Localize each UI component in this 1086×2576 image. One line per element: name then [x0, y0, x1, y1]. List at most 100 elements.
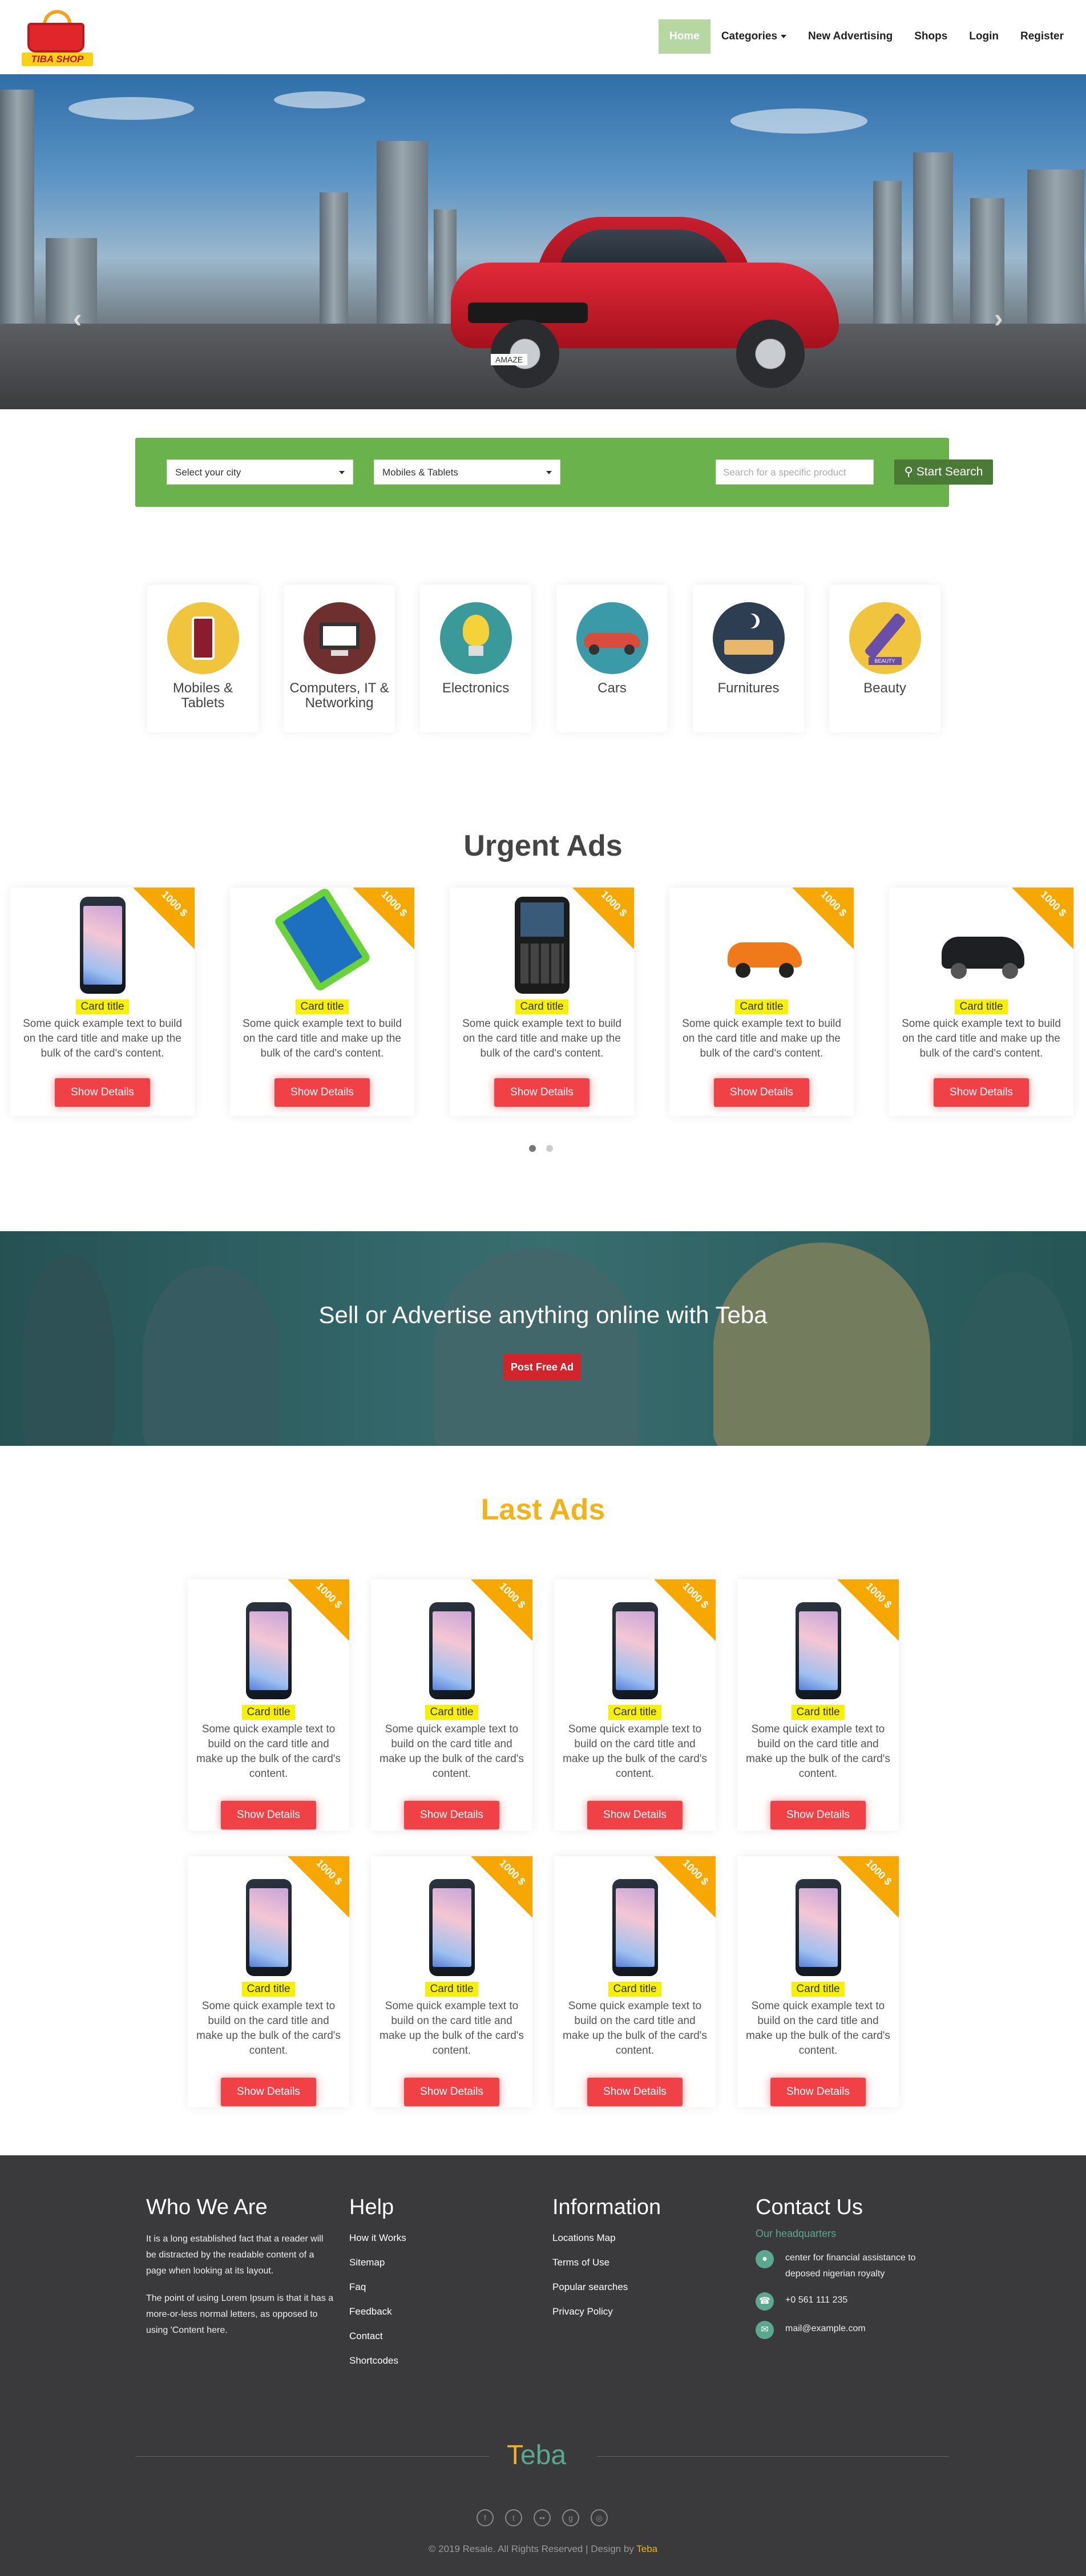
smartphone-image — [68, 897, 137, 994]
category-label: Cars — [597, 680, 627, 696]
dribbble-icon[interactable]: ◎ — [591, 2509, 608, 2526]
contact-address: center for financial assistance to depos… — [785, 2253, 916, 2279]
smartphone-image — [418, 1879, 486, 1976]
footer-link-feedback[interactable]: Feedback — [349, 2306, 406, 2317]
nav-register[interactable]: Register — [1010, 19, 1075, 54]
carousel-dot[interactable] — [546, 1145, 553, 1152]
footer-help: Help How it Works Sitemap Faq Feedback C… — [349, 2195, 406, 2367]
footer-link-locations-map[interactable]: Locations Map — [552, 2232, 661, 2244]
footer-link-popular-searches[interactable]: Popular searches — [552, 2281, 661, 2293]
show-details-button[interactable]: Show Details — [714, 1078, 809, 1107]
nav-new-advertising[interactable]: New Advertising — [797, 19, 903, 54]
footer-help-title: Help — [349, 2195, 394, 2219]
card-text: Some quick example text to build on the … — [380, 1723, 524, 1780]
footer-link-sitemap[interactable]: Sitemap — [349, 2257, 406, 2268]
city-select[interactable]: Select your city — [167, 459, 353, 485]
search-input[interactable]: Search for a specific product — [716, 459, 874, 485]
facebook-icon[interactable]: f — [477, 2509, 494, 2526]
footer-link-terms[interactable]: Terms of Use — [552, 2257, 661, 2268]
footer-link-shortcodes[interactable]: Shortcodes — [349, 2355, 406, 2367]
nav-login[interactable]: Login — [958, 19, 1010, 54]
card-text: Some quick example text to build on the … — [196, 2000, 341, 2057]
black-suv-image — [941, 897, 1024, 994]
footer-link-privacy[interactable]: Privacy Policy — [552, 2306, 661, 2317]
card-title: Card title — [76, 999, 129, 1014]
contact-email[interactable]: mail@example.com — [785, 2321, 866, 2337]
category-label: Beauty — [863, 680, 906, 696]
show-details-button[interactable]: Show Details — [770, 2078, 866, 2106]
card-title: Card title — [296, 999, 349, 1014]
map-marker-icon: ● — [756, 2250, 774, 2268]
footer-logo[interactable]: Teba — [507, 2440, 566, 2471]
category-select[interactable]: Mobiles & Tablets — [374, 459, 560, 485]
card-title: Card title — [425, 1982, 478, 1997]
show-details-button[interactable]: Show Details — [587, 2078, 683, 2106]
carousel-next-icon[interactable]: › — [994, 303, 1003, 333]
card-title: Card title — [735, 999, 788, 1014]
price-ribbon: 1000 $ — [572, 888, 634, 949]
category-beauty[interactable]: BEAUTY Beauty — [829, 585, 940, 732]
bed-icon — [712, 602, 785, 674]
price-ribbon: 1000 $ — [133, 888, 195, 949]
footer-link-faq[interactable]: Faq — [349, 2281, 406, 2293]
phone-icon: ☎ — [756, 2292, 774, 2311]
show-details-button[interactable]: Show Details — [770, 1801, 866, 1829]
show-details-button[interactable]: Show Details — [587, 1801, 683, 1829]
envelope-icon: ✉ — [756, 2321, 774, 2339]
category-cars[interactable]: Cars — [556, 585, 668, 732]
green-phone-image — [273, 888, 372, 994]
nav-shops[interactable]: Shops — [903, 19, 958, 54]
carousel-dot-active[interactable] — [529, 1145, 536, 1152]
footer-who-we-are: Who We Are It is a long established fact… — [146, 2195, 334, 2339]
category-select-value: Mobiles & Tablets — [382, 467, 458, 478]
site-logo[interactable]: TIBA SHOP — [22, 6, 93, 67]
footer-information: Information Locations Map Terms of Use P… — [552, 2195, 661, 2317]
flickr-icon[interactable]: •• — [534, 2509, 551, 2526]
show-details-button[interactable]: Show Details — [934, 1078, 1029, 1107]
card-title: Card title — [955, 999, 1008, 1014]
show-details-button[interactable]: Show Details — [55, 1078, 150, 1107]
category-electronics[interactable]: Electronics — [420, 585, 531, 732]
navbar: TIBA SHOP Home Categories New Advertisin… — [0, 0, 1086, 74]
card-text: Some quick example text to build on the … — [746, 1723, 890, 1780]
footer-link-how-it-works[interactable]: How it Works — [349, 2232, 406, 2244]
category-mobiles[interactable]: Mobiles & Tablets — [147, 585, 259, 732]
banner-title: Sell or Advertise anything online with T… — [318, 1301, 768, 1328]
nav-home[interactable]: Home — [659, 19, 710, 54]
footer-contact: Contact Us Our headquarters ● center for… — [756, 2195, 922, 2339]
main-nav: Home Categories New Advertising Shops Lo… — [659, 19, 1075, 54]
card-text: Some quick example text to build on the … — [23, 1018, 182, 1059]
smartphone-image — [601, 1602, 669, 1699]
last-ad-card: 1000 $ Card title Some quick example text … — [188, 1579, 349, 1831]
copyright-link[interactable]: Teba — [636, 2543, 657, 2554]
category-computers[interactable]: Computers, IT & Networking — [284, 585, 395, 732]
carousel-prev-icon[interactable]: ‹ — [73, 303, 82, 333]
footer-divider — [135, 2456, 489, 2457]
show-details-button[interactable]: Show Details — [494, 1078, 590, 1107]
show-details-button[interactable]: Show Details — [404, 1801, 499, 1829]
show-details-button[interactable]: Show Details — [221, 2078, 316, 2106]
card-text: Some quick example text to build on the … — [746, 2000, 890, 2057]
googleplus-icon[interactable]: g — [562, 2509, 579, 2526]
start-search-button[interactable]: ⚲ Start Search — [894, 459, 993, 485]
category-furnitures[interactable]: Furnitures — [693, 585, 804, 732]
post-free-ad-button[interactable]: Post Free Ad — [503, 1354, 581, 1380]
nav-categories-label: Categories — [721, 30, 778, 42]
footer-link-contact[interactable]: Contact — [349, 2331, 406, 2342]
show-details-button[interactable]: Show Details — [404, 2078, 499, 2106]
price-ribbon: 1000 $ — [792, 888, 854, 949]
card-title: Card title — [608, 1705, 661, 1720]
footer-contact-title: Contact Us — [756, 2195, 863, 2219]
smartphone-image — [235, 1879, 303, 1976]
hero-carousel: AMAZE ‹ › — [0, 74, 1086, 409]
smartphone-image — [418, 1602, 486, 1699]
show-details-button[interactable]: Show Details — [274, 1078, 370, 1107]
copyright: © 2019 Resale. All Rights Reserved | Des… — [0, 2543, 1086, 2555]
nav-categories[interactable]: Categories — [710, 19, 797, 54]
show-details-button[interactable]: Show Details — [221, 1801, 316, 1829]
twitter-icon[interactable]: t — [505, 2509, 522, 2526]
logo-text: TIBA SHOP — [22, 53, 93, 66]
monitor-icon — [303, 602, 376, 674]
last-ad-card: 1000 $ Card title Some quick example text … — [737, 1856, 899, 2107]
urgent-ad-card: 1000 $ Card title Some quick example tex… — [889, 888, 1073, 1116]
